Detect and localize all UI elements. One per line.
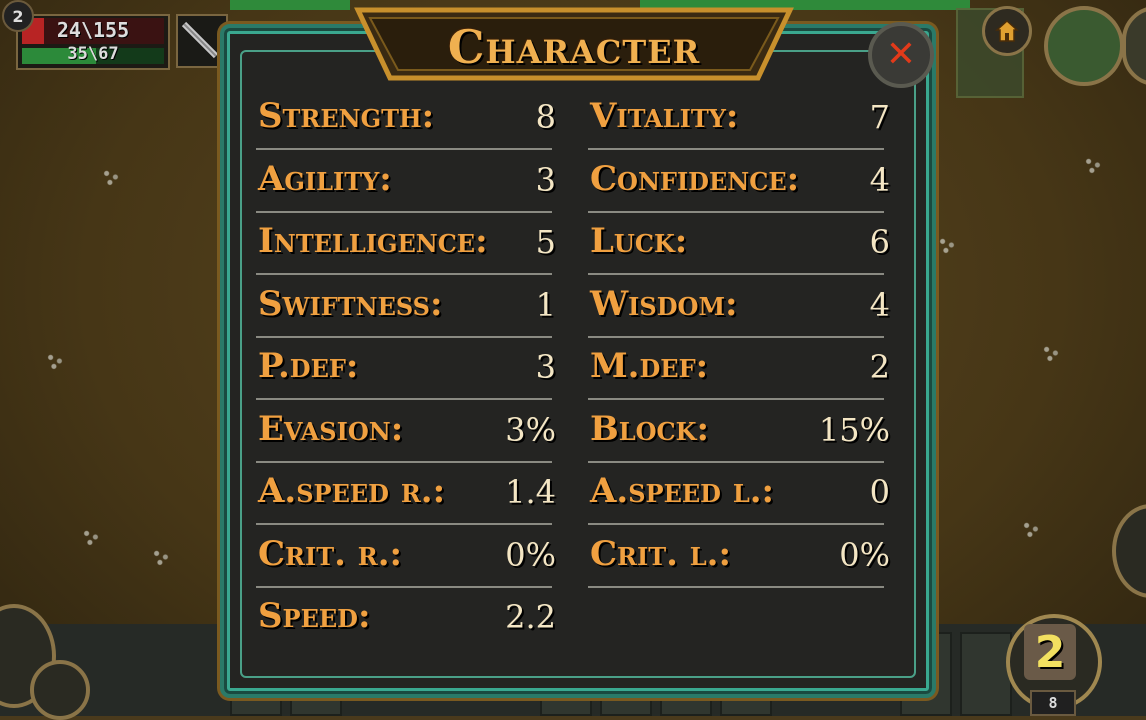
stat-value: 4: [869, 285, 890, 324]
bones-decal: [100, 168, 122, 186]
stat-value: 3%: [505, 410, 556, 449]
row-divider: [588, 585, 884, 588]
panel-title: Character: [447, 20, 701, 74]
stat-value: 3: [535, 348, 556, 386]
stat-value: 3: [535, 160, 556, 199]
stat-value: 4: [869, 160, 890, 199]
stat-value: 2.2: [505, 598, 556, 636]
bones-decal: [80, 528, 102, 546]
home-icon: [995, 19, 1019, 42]
quick-slot-badge: 2: [1024, 624, 1076, 680]
row-divider: [256, 273, 552, 275]
close-button[interactable]: ✕: [868, 22, 934, 88]
health-text: 24\155: [56, 18, 130, 42]
stat-label: Block:: [590, 408, 710, 449]
stat-value: 15%: [818, 410, 890, 449]
stat-label: Crit. r.:: [258, 533, 403, 574]
row-divider: [588, 460, 884, 463]
level-badge: 2: [2, 0, 34, 32]
bones-decal: [44, 352, 66, 370]
stat-value: 0%: [505, 535, 556, 574]
stat-value: 6: [869, 223, 890, 261]
row-divider: [256, 398, 552, 400]
stat-label: Vitality:: [590, 96, 739, 136]
stat-label: Confidence:: [590, 158, 800, 199]
home-button[interactable]: [982, 6, 1032, 56]
stat-value: 5: [535, 223, 556, 261]
stat-label: A.speed l.:: [590, 471, 775, 511]
row-divider: [256, 148, 552, 150]
stat-label: Luck:: [590, 221, 688, 261]
stat-label: A.speed r.:: [258, 471, 446, 511]
stat-value: 7: [869, 98, 890, 136]
bones-decal: [1082, 156, 1104, 174]
stat-label: Wisdom:: [590, 283, 738, 324]
row-divider: [588, 398, 884, 400]
stat-label: Intelligence:: [258, 221, 488, 261]
stat-label: P.def:: [258, 346, 359, 386]
menu-button[interactable]: [30, 660, 90, 720]
row-divider: [588, 148, 884, 150]
row-divider: [588, 210, 884, 213]
row-divider: [256, 585, 552, 588]
bones-decal: [1040, 344, 1062, 362]
row-divider: [588, 335, 884, 338]
stat-label: Agility:: [258, 158, 392, 199]
quick-slot-count: 8: [1030, 690, 1076, 716]
sword-icon: [181, 21, 219, 59]
minimap-edge: [230, 0, 350, 10]
row-divider: [256, 523, 552, 525]
close-icon: ✕: [885, 34, 917, 75]
character-portrait-button[interactable]: [1044, 6, 1124, 86]
stat-value: 8: [535, 98, 556, 136]
stat-label: Swiftness:: [258, 283, 443, 324]
row-divider: [256, 460, 552, 463]
stat-label: Strength:: [258, 96, 435, 136]
row-divider: [588, 273, 884, 275]
stat-label: M.def:: [590, 346, 709, 386]
stat-value: 0%: [839, 535, 890, 574]
row-divider: [256, 210, 552, 213]
stat-label: Speed:: [258, 596, 371, 636]
mana-text: 35\67: [67, 44, 119, 64]
stat-value: 0: [869, 473, 890, 511]
row-divider: [588, 523, 884, 525]
stat-label: Crit. l.:: [590, 533, 732, 574]
bones-decal: [150, 548, 172, 566]
stat-value: 1.4: [505, 473, 556, 511]
stat-value: 1: [535, 285, 556, 324]
row-divider: [256, 335, 552, 338]
title-plate: Character: [354, 6, 794, 82]
stat-label: Evasion:: [258, 408, 404, 449]
stat-value: 2: [869, 348, 890, 386]
bones-decal: [936, 236, 958, 254]
player-status: 24\155 35\67: [16, 14, 170, 70]
bones-decal: [1020, 520, 1042, 538]
